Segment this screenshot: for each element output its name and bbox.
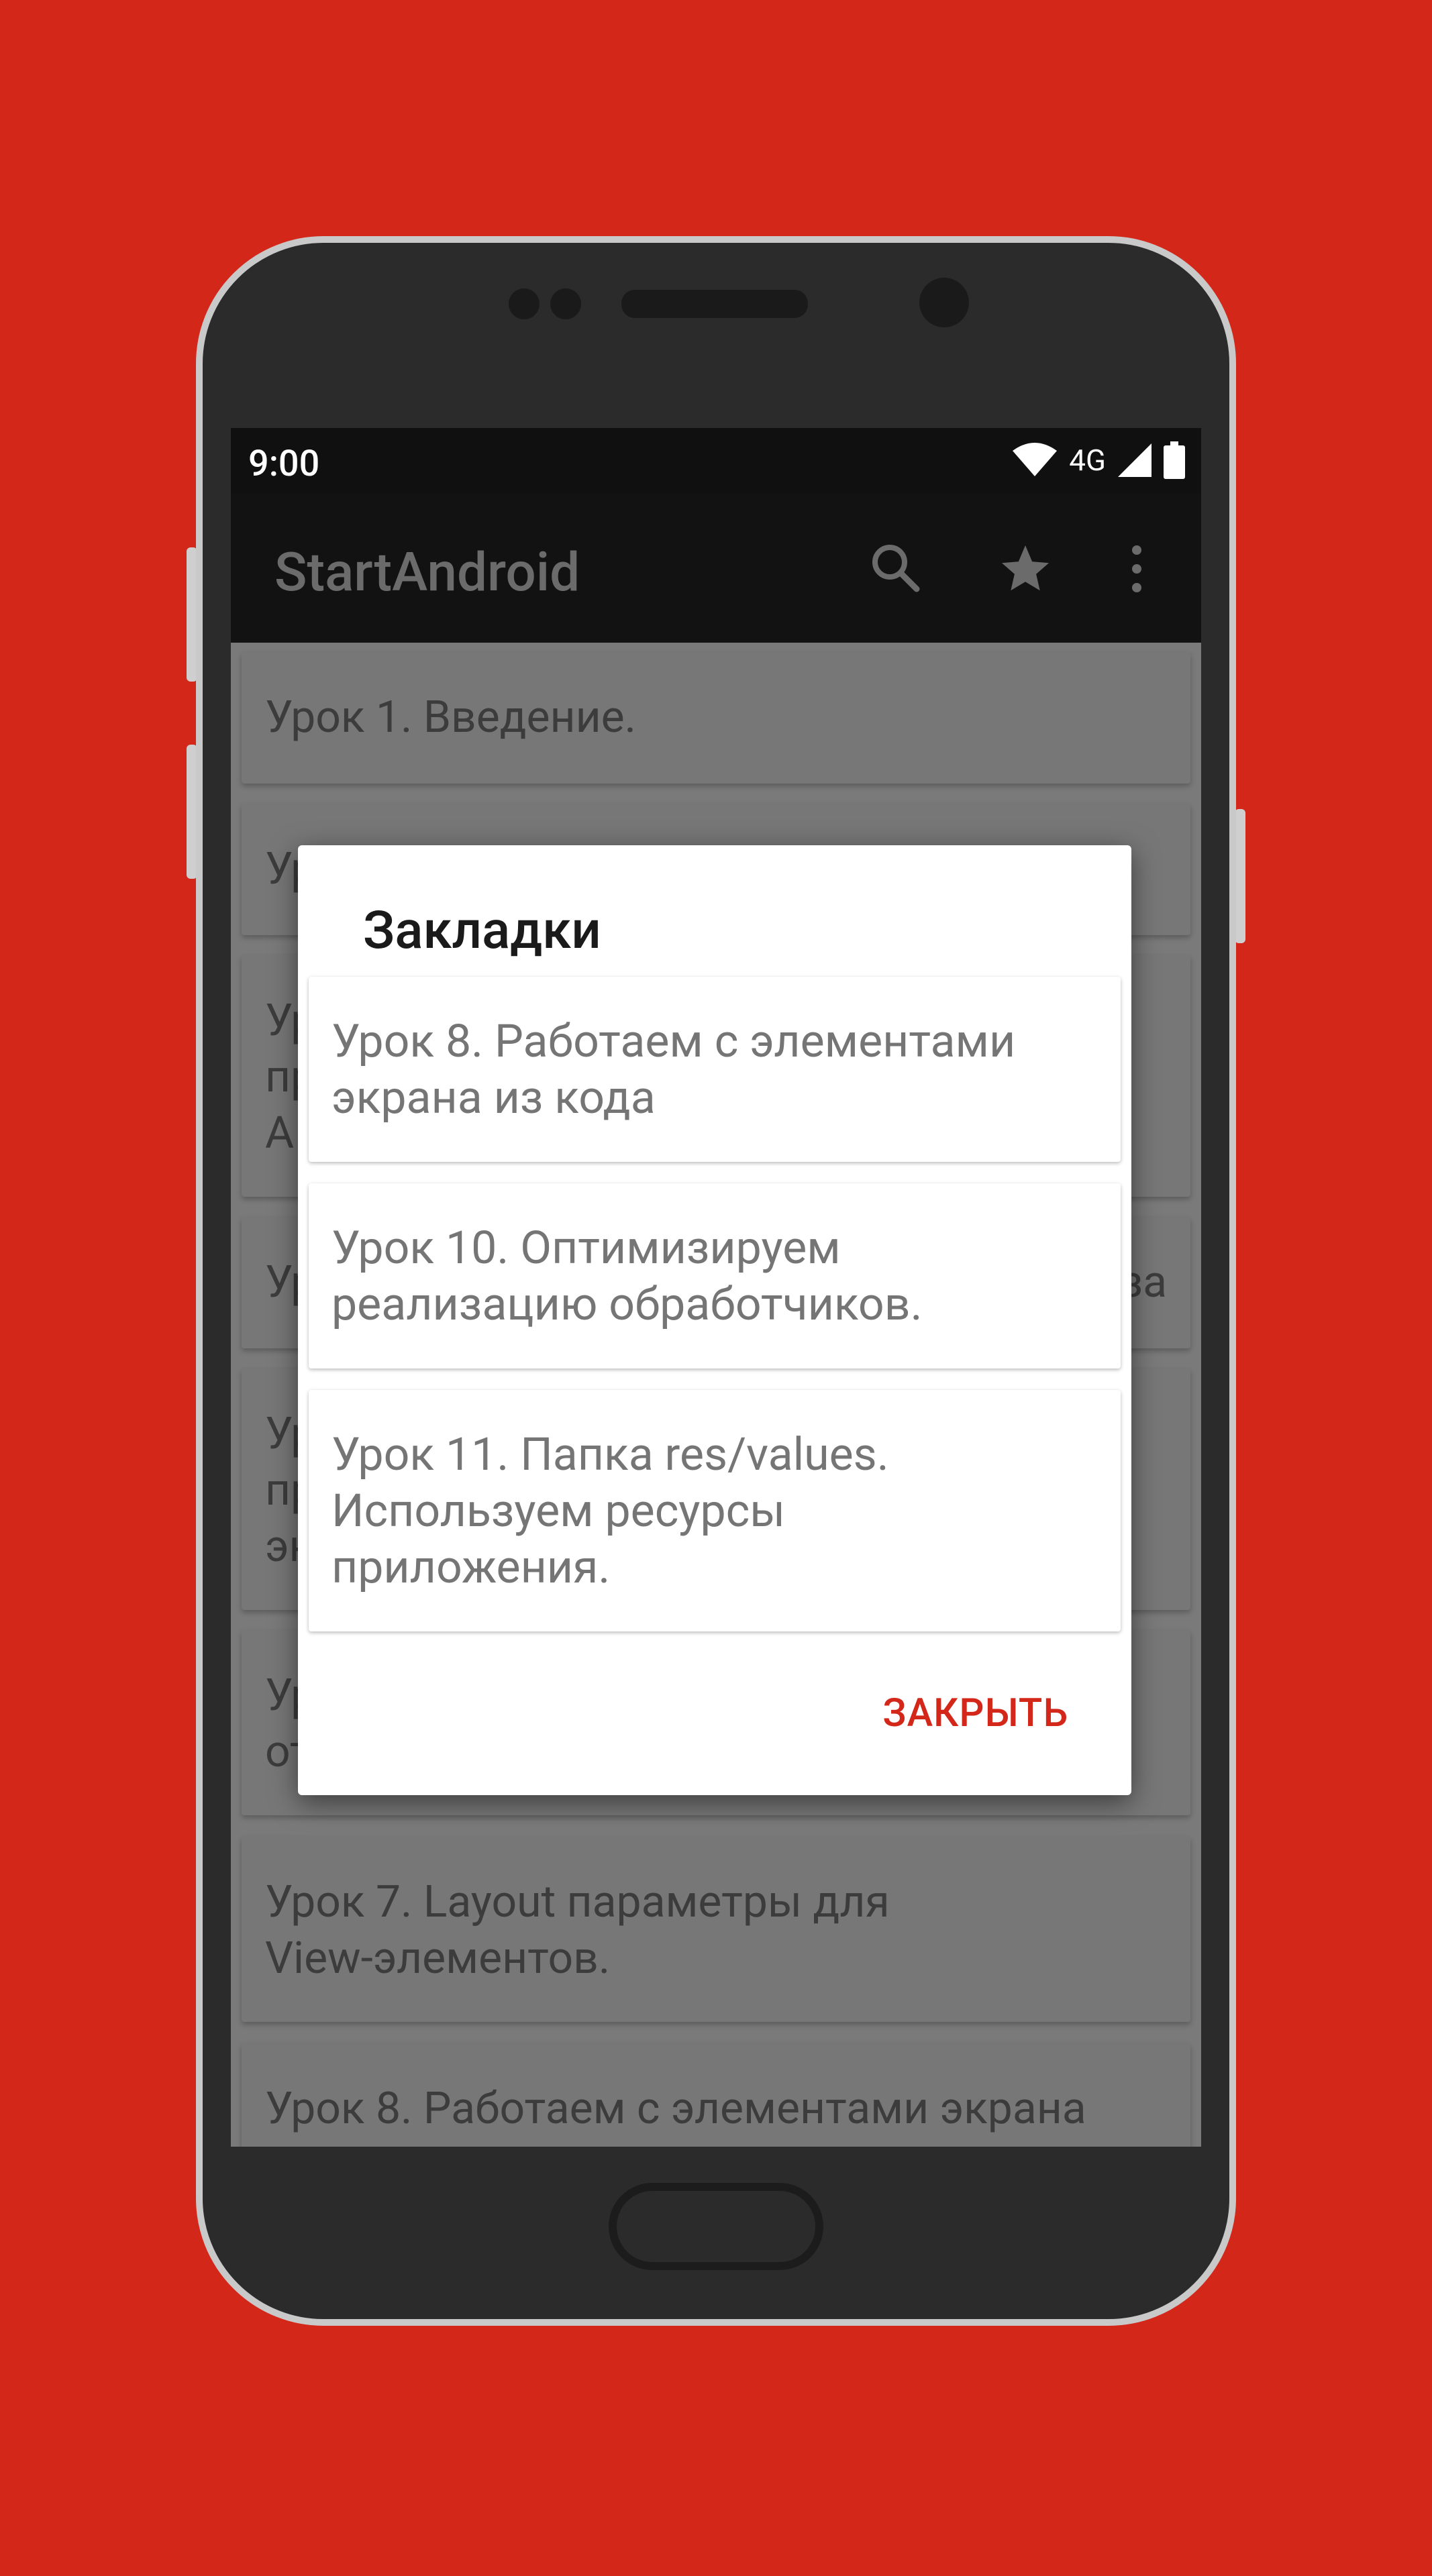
home-button[interactable] <box>609 2183 823 2270</box>
search-icon[interactable] <box>868 541 922 594</box>
star-icon[interactable] <box>997 541 1054 597</box>
more-vert-icon[interactable] <box>1123 541 1150 597</box>
bookmark-item[interactable]: Урок 11. Папка res/values. Используем ре… <box>309 1390 1121 1631</box>
dialog-title: Закладки <box>363 900 601 961</box>
status-bar: 9:00 4G <box>231 428 1201 494</box>
bookmark-item[interactable]: Урок 8. Работаем с элементами экрана из … <box>309 977 1121 1162</box>
signal-icon <box>1118 443 1152 477</box>
screen: 9:00 4G StartAndroid Урок 1. Введение. У… <box>231 428 1201 2147</box>
network-type: 4G <box>1069 443 1106 478</box>
sensor-dot <box>509 288 540 319</box>
bookmark-item[interactable]: Урок 10. Оптимизируем реализацию обработ… <box>309 1183 1121 1368</box>
sensor-dot <box>550 288 581 319</box>
list-item[interactable]: Урок 7. Layout параметры для View-элемен… <box>242 1837 1190 2022</box>
battery-icon <box>1164 441 1185 479</box>
app-bar: StartAndroid <box>231 494 1201 643</box>
bookmarks-dialog: Закладки Урок 8. Работаем с элементами э… <box>298 845 1131 1795</box>
front-camera <box>919 278 969 327</box>
list-item[interactable]: Урок 1. Введение. <box>242 652 1190 784</box>
app-title: StartAndroid <box>274 541 580 604</box>
earpiece-speaker <box>621 290 808 318</box>
list-item[interactable]: Урок 8. Работаем с элементами экрана <box>242 2043 1190 2147</box>
wifi-icon <box>1013 443 1058 476</box>
power-button <box>1235 809 1245 943</box>
close-button[interactable]: ЗАКРЫТЬ <box>882 1690 1068 1736</box>
status-time: 9:00 <box>248 443 320 485</box>
